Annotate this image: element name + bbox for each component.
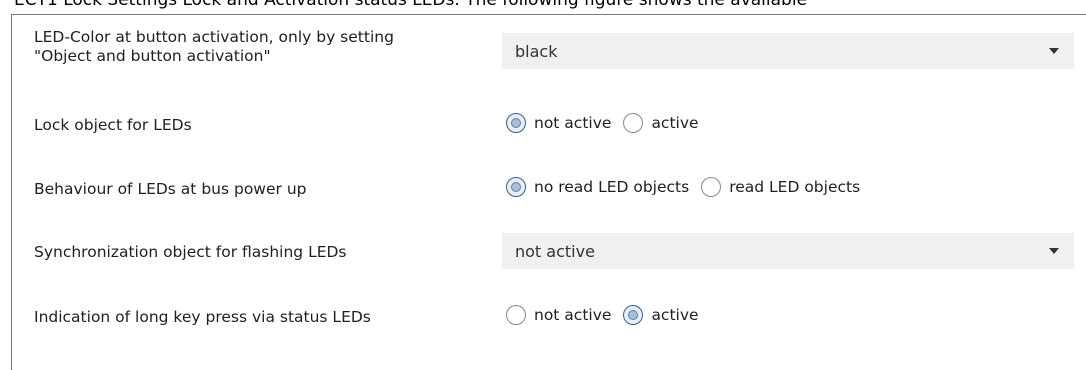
header-fragment: ECT1 Lock Settings Lock and Activation s…: [14, 0, 808, 10]
dropdown-value: black: [515, 42, 558, 61]
setting-row-bus-power-up: Behaviour of LEDs at bus power up no rea…: [12, 175, 1086, 205]
label-line-2: "Object and button activation": [34, 47, 271, 65]
long-key-press-radio-group: not active active: [506, 305, 711, 325]
sync-flashing-dropdown[interactable]: not active: [502, 233, 1074, 269]
radio-label-not-active[interactable]: not active: [534, 114, 611, 132]
radio-icon[interactable]: [506, 177, 526, 197]
setting-row-sync-flashing: Synchronization object for flashing LEDs…: [12, 229, 1086, 269]
radio-icon[interactable]: [623, 113, 644, 133]
led-color-dropdown[interactable]: black: [502, 33, 1074, 69]
radio-label-no-read[interactable]: no read LED objects: [534, 178, 689, 196]
radio-label-not-active[interactable]: not active: [534, 306, 611, 324]
setting-label-led-color: LED-Color at button activation, only by …: [34, 28, 394, 66]
radio-label-active[interactable]: active: [651, 114, 698, 132]
chevron-down-icon: [1049, 48, 1059, 54]
cut-off-header-text: ECT1 Lock Settings Lock and Activation s…: [0, 0, 1086, 10]
radio-label-read[interactable]: read LED objects: [729, 178, 860, 196]
setting-label-lock-object: Lock object for LEDs: [34, 116, 192, 134]
dropdown-value: not active: [515, 242, 595, 261]
setting-label-sync-flashing: Synchronization object for flashing LEDs: [34, 243, 347, 261]
chevron-down-icon: [1049, 248, 1059, 254]
radio-icon[interactable]: [506, 113, 526, 133]
lock-object-radio-group: not active active: [506, 113, 711, 133]
setting-row-long-key-press: Indication of long key press via status …: [12, 303, 1086, 333]
label-line-1: LED-Color at button activation, only by …: [34, 28, 394, 46]
radio-icon[interactable]: [506, 305, 526, 325]
radio-icon[interactable]: [701, 177, 722, 197]
radio-label-active[interactable]: active: [651, 306, 698, 324]
led-settings-panel: LED-Color at button activation, only by …: [11, 14, 1086, 370]
setting-label-bus-power-up: Behaviour of LEDs at bus power up: [34, 180, 307, 198]
bus-power-up-radio-group: no read LED objects read LED objects: [506, 177, 872, 197]
setting-label-long-key-press: Indication of long key press via status …: [34, 308, 371, 326]
setting-row-lock-object: Lock object for LEDs not active active: [12, 111, 1086, 141]
radio-icon[interactable]: [623, 305, 644, 325]
setting-row-led-color: LED-Color at button activation, only by …: [12, 15, 1086, 75]
